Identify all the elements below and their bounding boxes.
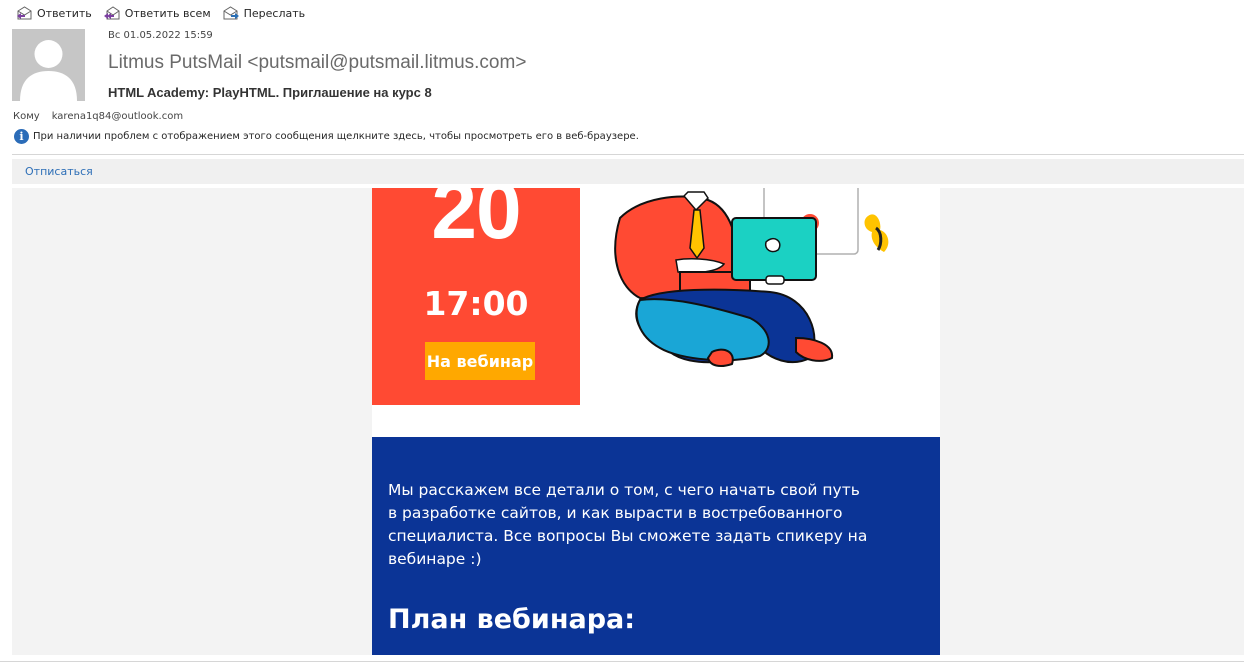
message-date: Вс 01.05.2022 15:59 xyxy=(108,30,213,41)
forward-icon xyxy=(223,6,239,20)
reply-label: Ответить xyxy=(37,6,92,20)
sender-avatar xyxy=(12,29,85,101)
webinar-description: Мы расскажем все детали о том, с чего на… xyxy=(388,481,868,568)
to-label: Кому xyxy=(13,111,40,122)
person-laptop-illustration xyxy=(614,188,889,367)
to-recipient[interactable]: karena1q84@outlook.com xyxy=(52,111,183,122)
info-message: При наличии проблем с отображением этого… xyxy=(33,131,639,142)
bottom-divider xyxy=(0,661,1244,662)
webinar-button[interactable]: На вебинар xyxy=(425,342,535,380)
webinar-plan-title: План вебинара: xyxy=(388,604,636,635)
forward-button[interactable]: Переслать xyxy=(222,2,307,24)
view-in-browser-notice[interactable]: i При наличии проблем с отображением это… xyxy=(14,129,639,144)
avatar-placeholder-icon xyxy=(20,40,77,101)
forward-label: Переслать xyxy=(243,6,306,20)
info-icon: i xyxy=(14,129,29,144)
description-block: Мы расскажем все детали о том, с чего на… xyxy=(372,437,940,655)
webinar-day: 20 xyxy=(431,188,521,256)
header-divider xyxy=(12,154,1244,155)
webinar-time: 17:00 xyxy=(423,284,529,323)
unsubscribe-bar: Отписаться xyxy=(12,159,1244,184)
message-body: 20 17:00 На вебинар Мы расскажем все дет… xyxy=(12,188,1244,655)
reply-all-button[interactable]: Ответить всем xyxy=(103,2,212,24)
recipients-row: Кому karena1q84@outlook.com xyxy=(13,111,183,122)
message-toolbar: Ответить Ответить всем Переслать xyxy=(0,0,1244,26)
reply-all-label: Ответить всем xyxy=(124,6,211,20)
email-content: 20 17:00 На вебинар Мы расскажем все дет… xyxy=(372,188,940,655)
unsubscribe-link[interactable]: Отписаться xyxy=(25,165,93,178)
date-card: 20 17:00 На вебинар xyxy=(372,188,580,405)
reply-all-icon xyxy=(103,6,120,20)
message-subject: HTML Academy: PlayHTML. Приглашение на к… xyxy=(108,85,432,100)
reply-icon xyxy=(17,6,32,20)
reply-button[interactable]: Ответить xyxy=(15,2,93,24)
sender-name[interactable]: Litmus PutsMail <putsmail@putsmail.litmu… xyxy=(108,52,526,74)
